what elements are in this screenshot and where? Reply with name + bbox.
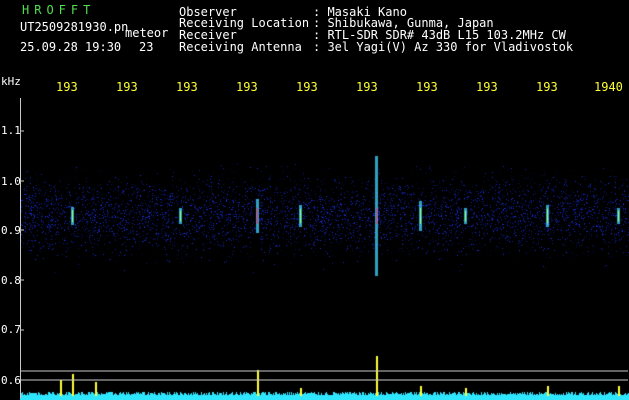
x-tick-label: 193: [236, 80, 258, 94]
x-tick-label: 193: [296, 80, 318, 94]
x-tick-label: 193: [476, 80, 498, 94]
plot-frame: [20, 98, 628, 398]
record-number: 23: [139, 40, 154, 54]
x-tick-label: 1940: [594, 80, 623, 94]
x-tick-label: 193: [356, 80, 378, 94]
x-tick-label: 193: [56, 80, 78, 94]
antenna-label: Receiving Antenna: [179, 40, 302, 54]
y-tick-label: 0.6: [1, 374, 21, 387]
y-tick-label: 1.0: [1, 175, 21, 188]
antenna-value: : 3el Yagi(V) Az 330 for Vladivostok: [313, 40, 574, 54]
x-tick-label: 193: [116, 80, 138, 94]
program-title: HROFFT: [22, 3, 96, 17]
x-tick-label: 193: [176, 80, 198, 94]
file-name: UT2509281930.pn: [20, 20, 129, 34]
date-time: 25.09.28 19:30: [20, 40, 122, 54]
y-tick-label: 0.9: [1, 224, 21, 237]
y-tick-label: 1.1: [1, 124, 21, 137]
y-tick-label: 0.8: [1, 274, 21, 287]
x-tick-label: 193: [416, 80, 438, 94]
file-tag: meteor: [125, 26, 169, 40]
y-axis-unit: kHz: [1, 75, 21, 88]
y-tick-label: 0.7: [1, 323, 21, 336]
x-tick-label: 193: [536, 80, 558, 94]
